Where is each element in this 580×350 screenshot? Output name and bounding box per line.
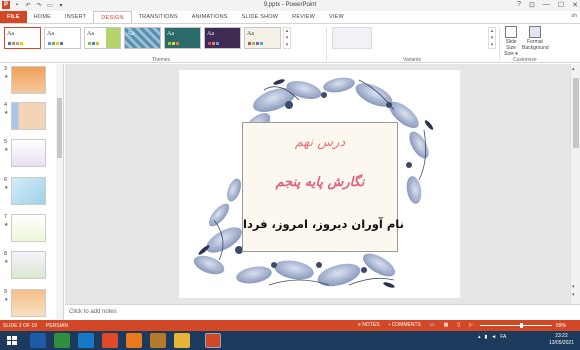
variant-1[interactable] (332, 27, 372, 49)
title-text-frame[interactable]: درس نهم نگارش پایه پنجم نام آوران دیروز،… (242, 122, 404, 252)
minimize-button[interactable]: — (543, 1, 550, 9)
comments-toggle[interactable]: ▪ COMMENTS (389, 322, 421, 328)
customize-group-label: Customize (513, 57, 537, 63)
ribbon-tabs: FILE HOME INSERT DESIGN TRANSITIONS ANIM… (0, 11, 580, 23)
slideshow-view-icon[interactable]: ▷ (469, 322, 473, 328)
slide-editor: درس نهم نگارش پایه پنجم نام آوران دیروز،… (65, 64, 570, 304)
language-indicator[interactable]: PERSIAN (46, 323, 68, 329)
thumbnail-slide-6[interactable]: 6 ★ (0, 177, 58, 207)
status-bar: SLIDE 2 OF 19 PERSIAN ≡ NOTES ▪ COMMENTS… (0, 320, 580, 331)
folder-icon[interactable] (174, 333, 190, 348)
help-button[interactable]: ? (517, 1, 521, 9)
slide-counter: SLIDE 2 OF 19 (3, 323, 37, 329)
tab-slide-show[interactable]: SLIDE SHOW (235, 11, 286, 23)
volume-icon[interactable]: ◄ (491, 334, 496, 340)
window-controls: ? ⊡ — ☐ ✕ (517, 1, 578, 9)
themes-more-button[interactable]: ▴ ▾ ▾ (283, 27, 291, 49)
editor-scrollbar[interactable]: ▴ ▾ ▾ (570, 64, 580, 304)
explorer-shell-icon[interactable] (30, 333, 46, 348)
theme-2[interactable]: Aa (44, 27, 81, 49)
language-indicator-tray[interactable]: FA (500, 334, 506, 340)
slide-size-button[interactable]: Slide Size Size ▾ (500, 26, 522, 57)
tab-home[interactable]: HOME (27, 11, 58, 23)
tab-review[interactable]: REVIEW (285, 11, 322, 23)
animation-star-icon: ★ (4, 185, 9, 191)
network-icon[interactable]: ▮ (485, 334, 488, 340)
variants-more-button[interactable]: ▴ ▾ ▾ (488, 27, 496, 49)
ribbon-display-button[interactable]: ⊡ (529, 1, 535, 9)
animation-star-icon: ★ (4, 74, 9, 80)
variants-group-label: Variants (403, 57, 421, 63)
thumbnail-slide-7[interactable]: 7 ★ (0, 214, 58, 244)
zoom-slider[interactable] (480, 323, 552, 328)
clock[interactable]: 23:22 13/05/2021 (549, 333, 574, 347)
window-title: 9.pptx - PowerPoint (263, 2, 317, 8)
design-ribbon: Aa Aa Aa Aa Aa Aa Aa ▴ ▾ ▾ Themes ▴ ▾ ▾ … (0, 23, 580, 63)
thumbnail-slide-9[interactable]: 9 ★ (0, 289, 58, 319)
maximize-button[interactable]: ☐ (558, 1, 564, 9)
thumbnail-slide-5[interactable]: 5 ★ (0, 139, 58, 169)
format-background-icon (529, 26, 541, 38)
notes-toggle[interactable]: ≡ NOTES (358, 322, 380, 328)
animation-star-icon: ★ (4, 147, 9, 153)
zoom-level[interactable]: 69% (556, 323, 566, 329)
start-button[interactable] (4, 333, 20, 348)
notes-input[interactable]: Click to add notes (65, 304, 580, 320)
status-actions: ≡ NOTES ▪ COMMENTS ▭ ▦ ▯ ▷ (358, 322, 473, 328)
powerpoint-taskbar-icon[interactable] (205, 333, 221, 348)
lesson-number-text: درس نهم (294, 135, 346, 150)
variants-gallery (330, 27, 488, 51)
reading-view-icon[interactable]: ▯ (457, 322, 460, 328)
slide-sorter-icon[interactable]: ▦ (444, 322, 449, 328)
firefox-icon[interactable] (126, 333, 142, 348)
themes-group-label: Themes (152, 57, 171, 63)
chrome-icon[interactable] (102, 333, 118, 348)
powerpoint-window: P ▪ ↶ ↷ ▭ ▾ 9.pptx - PowerPoint ? ⊡ — ☐ … (0, 0, 580, 350)
grade-title-text: نگارش پایه پنجم (275, 175, 365, 190)
theme-5[interactable]: Aa (164, 27, 201, 49)
theme-6[interactable]: Aa (204, 27, 241, 49)
tab-insert[interactable]: INSERT (58, 11, 93, 23)
app-icon-6[interactable] (150, 333, 166, 348)
user-name[interactable]: sh (571, 13, 577, 19)
tab-file[interactable]: FILE (0, 11, 27, 23)
slide-size-icon (505, 26, 517, 38)
theme-7[interactable]: Aa (244, 27, 281, 49)
system-tray: ▴ ▮ ◄ FA (478, 334, 506, 340)
theme-3[interactable]: Aa (84, 27, 121, 49)
themes-gallery: Aa Aa Aa Aa Aa Aa Aa (4, 27, 281, 49)
lesson-title-text: نام آوران دیروز، امروز، فردا (243, 217, 404, 231)
thumbnail-slide-4[interactable]: 4 ★ (0, 102, 58, 132)
animation-star-icon: ★ (4, 110, 9, 116)
animation-star-icon: ★ (4, 222, 9, 228)
thumbnail-slide-8[interactable]: 8 ★ (0, 251, 58, 281)
tray-expand-icon[interactable]: ▴ (478, 334, 481, 340)
theme-4[interactable]: Aa (124, 27, 161, 49)
current-slide[interactable]: درس نهم نگارش پایه پنجم نام آوران دیروز،… (179, 70, 460, 298)
format-background-button[interactable]: Format Background (522, 26, 549, 51)
close-button[interactable]: ✕ (572, 1, 578, 9)
title-bar: P ▪ ↶ ↷ ▭ ▾ 9.pptx - PowerPoint ? ⊡ — ☐ … (0, 0, 580, 11)
slide-thumbnails-pane: 3 ★ 4 ★ 5 ★ 6 ★ 7 ★ 8 ★ 9 ★ (0, 64, 64, 320)
group-separator (326, 27, 327, 61)
ie-icon[interactable] (78, 333, 94, 348)
animation-star-icon: ★ (4, 259, 9, 265)
tab-design[interactable]: DESIGN (93, 11, 132, 23)
thumbnail-slide-3[interactable]: 3 ★ (0, 66, 58, 96)
windows-taskbar: ▴ ▮ ◄ FA 23:22 13/05/2021 (0, 331, 580, 350)
theme-office[interactable]: Aa (4, 27, 41, 49)
tab-view[interactable]: VIEW (322, 11, 351, 23)
thumbnails-scrollbar[interactable] (56, 64, 63, 320)
tab-transitions[interactable]: TRANSITIONS (132, 11, 185, 23)
media-player-icon[interactable] (54, 333, 70, 348)
normal-view-icon[interactable]: ▭ (430, 322, 435, 328)
animation-star-icon: ★ (4, 297, 9, 303)
tab-animations[interactable]: ANIMATIONS (185, 11, 235, 23)
